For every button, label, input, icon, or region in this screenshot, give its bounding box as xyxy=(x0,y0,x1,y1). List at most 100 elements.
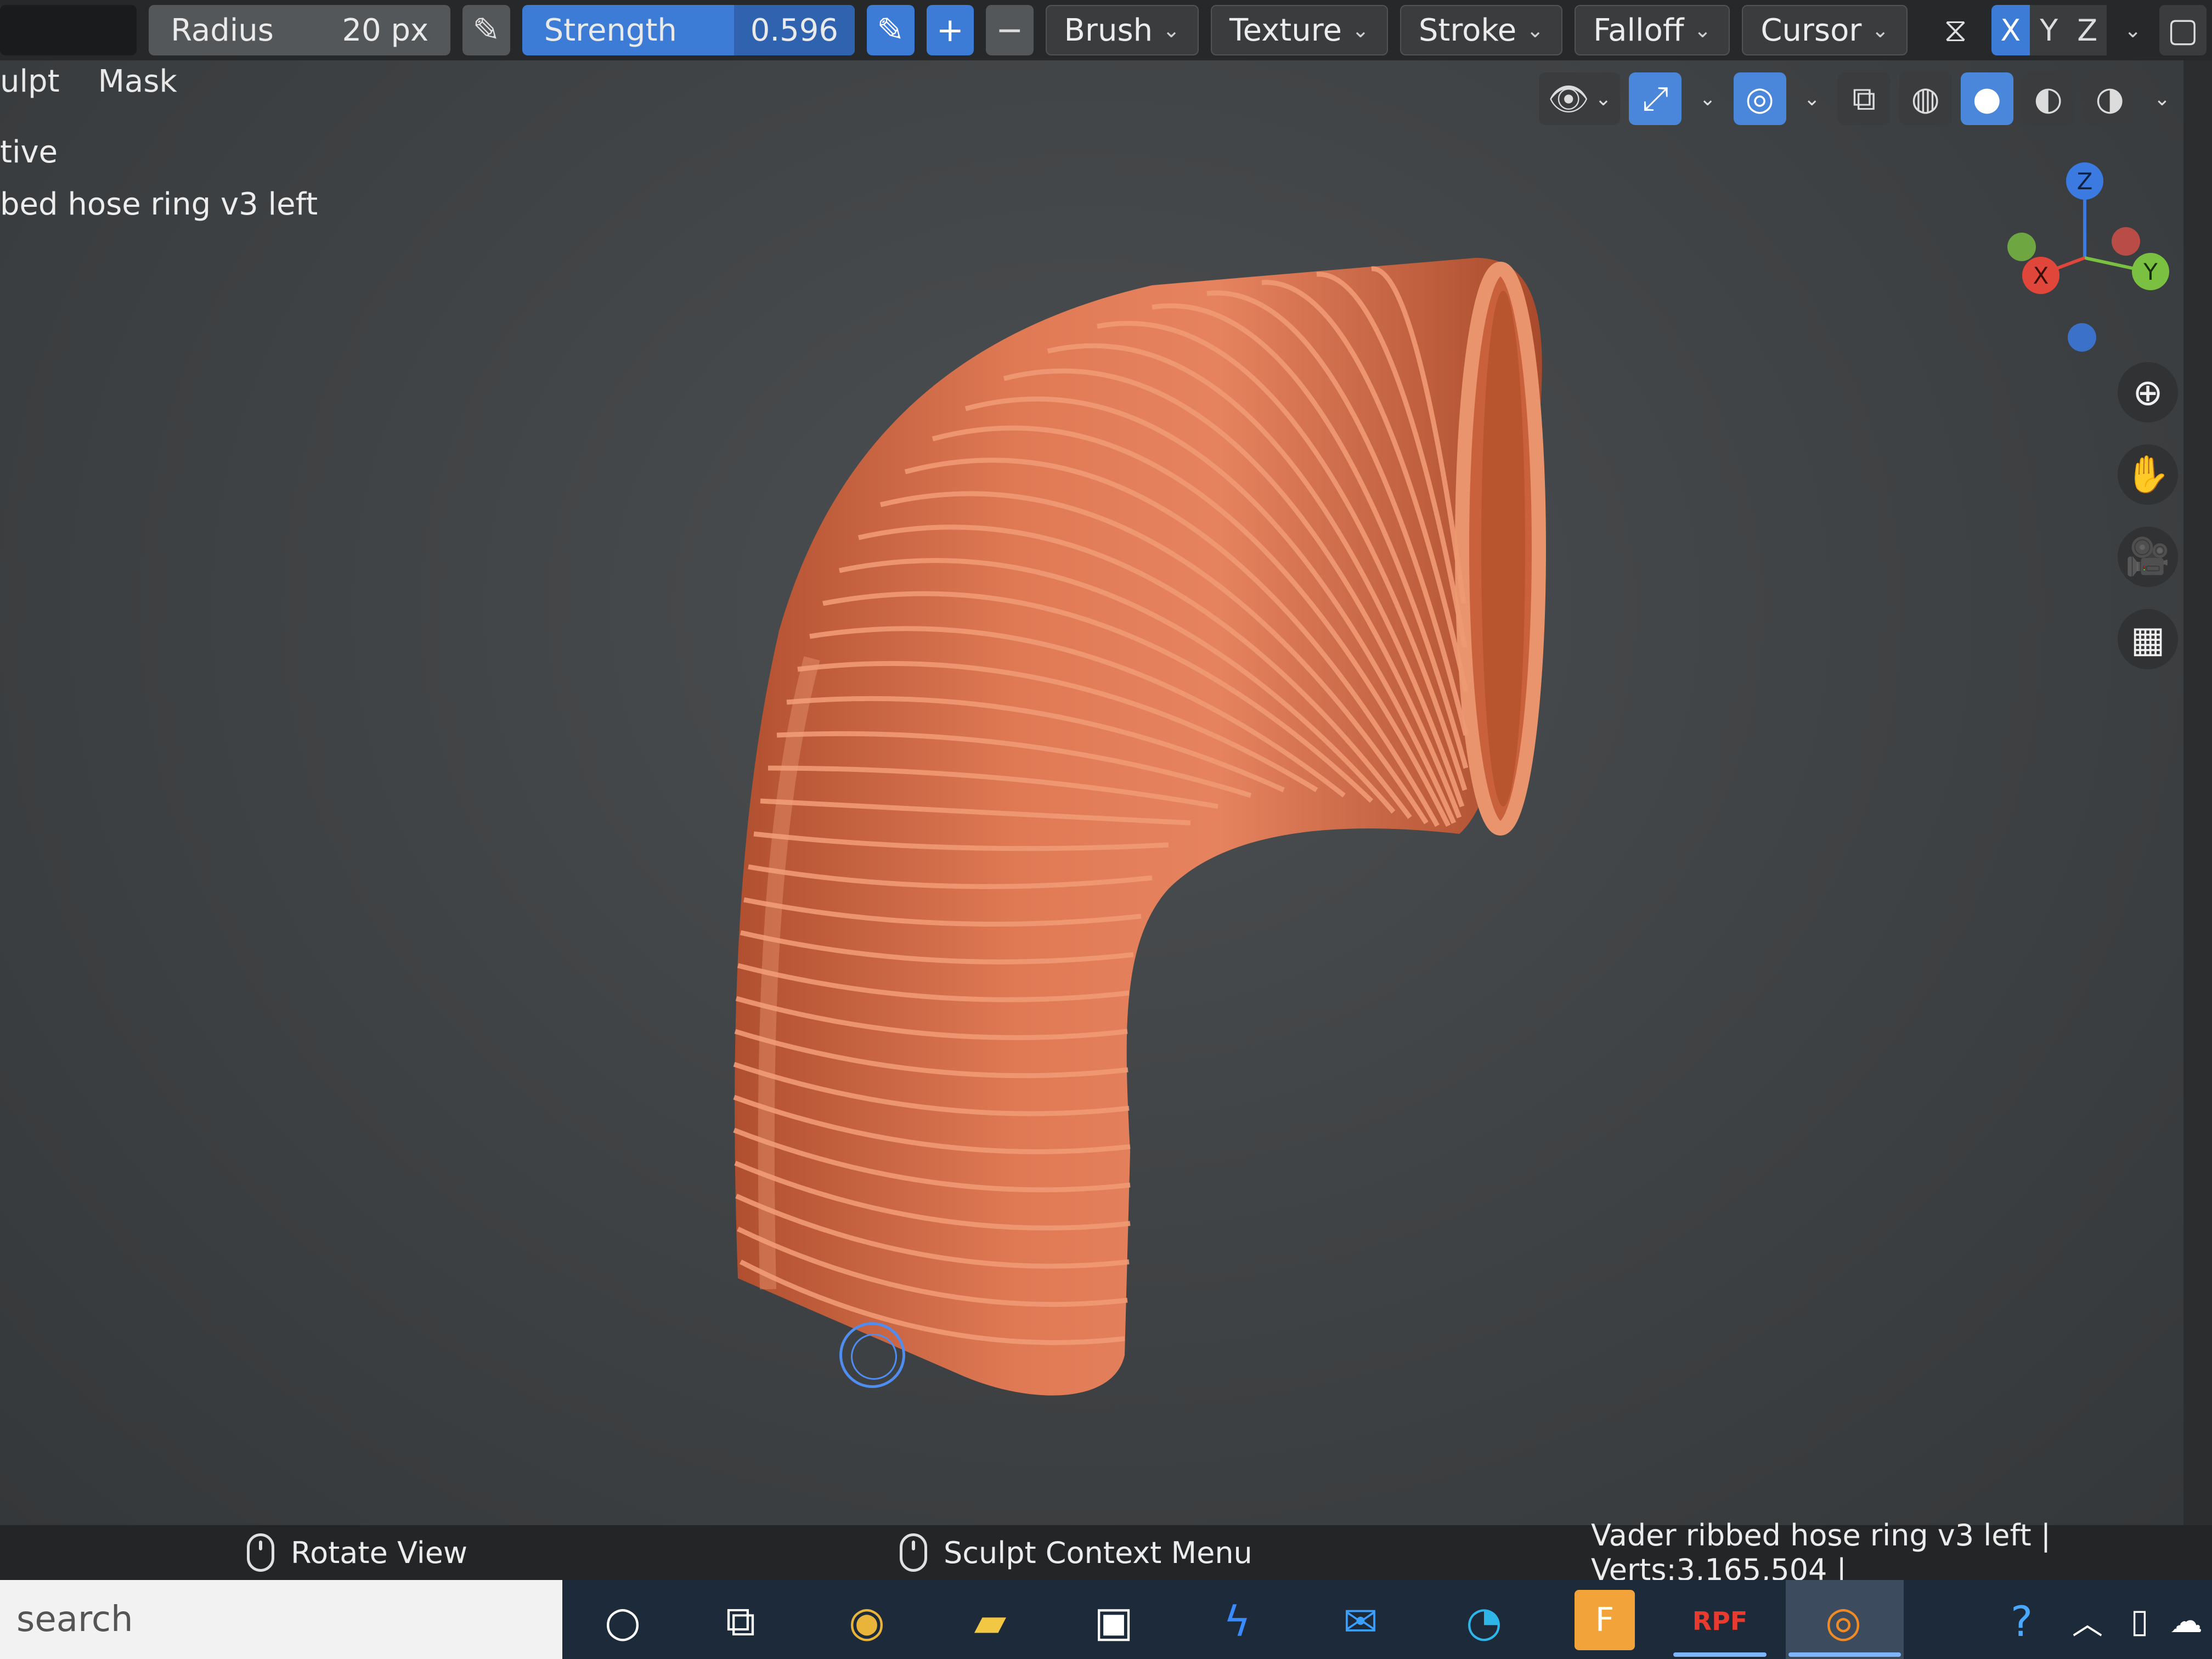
mirror-z-toggle[interactable]: Z xyxy=(2068,5,2107,55)
gizmo-neg-x xyxy=(2112,227,2140,256)
falloff-dropdown-label: Falloff xyxy=(1593,12,1684,48)
device-icon[interactable]: ▯ xyxy=(2109,1591,2170,1651)
view-mode-text: tive xyxy=(0,134,58,170)
overlay-toggle[interactable]: ◎ xyxy=(1733,72,1786,125)
task-view-icon[interactable]: ⧉ xyxy=(710,1591,771,1651)
mail-icon[interactable]: ✉ xyxy=(1330,1591,1391,1651)
mode-selector[interactable] xyxy=(0,5,137,55)
chevron-down-icon: ⌄ xyxy=(2153,87,2170,110)
radius-field[interactable]: Radius 20 px xyxy=(149,5,451,55)
rpf-app-label: RPF xyxy=(1692,1606,1748,1636)
fusion-app-label: F xyxy=(1595,1601,1615,1639)
search-placeholder: search xyxy=(16,1599,133,1640)
radius-label: Radius xyxy=(171,12,274,48)
taskbar-search-box[interactable]: search xyxy=(0,1580,562,1659)
shading-options-dropdown[interactable]: ⌄ xyxy=(2145,72,2179,125)
cloud-icon[interactable]: ☁ xyxy=(2162,1591,2211,1651)
chevron-down-icon: ⌄ xyxy=(1595,87,1612,110)
maximize-area-icon[interactable]: ▢ xyxy=(2159,5,2207,55)
viewport-tools: 👁 ⌄ ⤢ ⌄ ◎ ⌄ ⧉ ◍ ● ◐ ◑ ⌄ xyxy=(1539,71,2179,126)
strength-value: 0.596 xyxy=(733,5,855,55)
tool-header: Radius 20 px ✎ Strength 0.596 ✎ + − Brus… xyxy=(0,0,2212,60)
chevron-down-icon: ⌄ xyxy=(1803,87,1820,110)
scene-info-text: Vader ribbed hose ring v3 left | Verts:3… xyxy=(1591,1518,2051,1587)
edge-icon[interactable]: ◔ xyxy=(1454,1591,1514,1651)
gizmo-toggle[interactable]: ⤢ xyxy=(1629,72,1682,125)
rotate-view-hint: Rotate View xyxy=(291,1535,468,1570)
gizmo-y-label: Y xyxy=(2143,258,2158,285)
sculpt-mesh-hose[interactable] xyxy=(0,0,2183,1525)
menu-mask[interactable]: Mask xyxy=(98,64,177,99)
subtract-direction-button[interactable]: − xyxy=(986,5,1034,55)
active-object-name: bed hose ring v3 left xyxy=(0,187,318,222)
chevron-down-icon: ⌄ xyxy=(1871,18,1889,42)
zoom-icon[interactable]: ⊕ xyxy=(2118,362,2178,422)
strength-field[interactable]: Strength 0.596 xyxy=(522,5,855,55)
cursor-dropdown-label: Cursor xyxy=(1760,12,1862,48)
camera-icon[interactable]: 🎥 xyxy=(2118,527,2178,587)
rpf-app-icon[interactable]: RPF xyxy=(1690,1591,1750,1651)
material-shading-button[interactable]: ◐ xyxy=(2022,72,2075,125)
radius-value: 20 px xyxy=(342,12,429,48)
status-bar: Rotate View Sculpt Context Menu Vader ri… xyxy=(0,1518,2212,1587)
strength-pressure-icon[interactable]: ✎ xyxy=(867,5,915,55)
fusion-app-icon[interactable]: F xyxy=(1575,1590,1635,1650)
chevron-down-icon: ⌄ xyxy=(1699,87,1716,110)
navigation-gizmo[interactable]: Z Y X xyxy=(1997,159,2172,357)
scene-statistics: Vader ribbed hose ring v3 left | Verts:3… xyxy=(1591,1518,2212,1587)
solid-shading-button[interactable]: ● xyxy=(1960,72,2013,125)
brush-dropdown-label: Brush xyxy=(1064,12,1153,48)
blender-active-indicator xyxy=(1788,1652,1901,1657)
3d-viewport[interactable] xyxy=(0,0,2183,1525)
hand-pan-icon[interactable]: ✋ xyxy=(2118,444,2178,505)
mirror-x-toggle[interactable]: X xyxy=(1991,5,2030,55)
grid-perspective-icon[interactable]: ▦ xyxy=(2118,609,2178,669)
chrome-icon[interactable]: ◉ xyxy=(837,1591,897,1651)
gizmo-z-label: Z xyxy=(2077,168,2093,195)
status-hint-left: Rotate View xyxy=(247,1533,467,1572)
bolt-app-icon[interactable]: ϟ xyxy=(1207,1591,1267,1651)
gizmo-neg-y xyxy=(2007,233,2036,261)
chevron-down-icon: ⌄ xyxy=(1163,18,1180,42)
mirror-y-toggle[interactable]: Y xyxy=(2029,5,2068,55)
material-sphere-icon: ◐ xyxy=(2034,80,2063,118)
symmetry-axes: X Y Z xyxy=(1991,5,2107,55)
file-explorer-icon[interactable]: ▰ xyxy=(960,1591,1020,1651)
radius-pressure-icon[interactable]: ✎ xyxy=(462,5,510,55)
eye-icon: 👁 xyxy=(1548,80,1590,119)
cortana-icon[interactable]: ○ xyxy=(592,1591,653,1651)
mouse-icon xyxy=(900,1533,927,1572)
help-icon[interactable]: ? xyxy=(1991,1591,2052,1651)
wireframe-sphere-icon: ◍ xyxy=(1911,80,1940,118)
windows-taskbar: search ○ ⧉ ◉ ▰ ▣ ϟ ✉ ◔ F RPF ◎ ? ︿ ▯ ☁ xyxy=(0,1580,2212,1659)
chevron-down-icon: ⌄ xyxy=(1526,18,1544,42)
hose-body xyxy=(735,258,1542,1396)
visibility-dropdown[interactable]: 👁 ⌄ xyxy=(1539,72,1621,125)
gizmo-options-dropdown[interactable]: ⌄ xyxy=(1690,72,1724,125)
add-direction-button[interactable]: + xyxy=(926,5,974,55)
stroke-dropdown-label: Stroke xyxy=(1418,12,1517,48)
chevron-up-icon[interactable]: ︿ xyxy=(2057,1591,2118,1651)
brush-dropdown[interactable]: Brush ⌄ xyxy=(1045,5,1199,55)
wireframe-shading-button[interactable]: ◍ xyxy=(1899,72,1952,125)
blender-icon[interactable]: ◎ xyxy=(1813,1591,1874,1651)
texture-dropdown[interactable]: Texture ⌄ xyxy=(1210,5,1388,55)
chevron-down-icon: ⌄ xyxy=(1694,18,1712,42)
cursor-dropdown[interactable]: Cursor ⌄ xyxy=(1742,5,1908,55)
rendered-shading-button[interactable]: ◑ xyxy=(2083,72,2136,125)
strength-label: Strength xyxy=(544,12,677,48)
chevron-down-icon: ⌄ xyxy=(1351,18,1369,42)
gizmo-x-label: X xyxy=(2033,262,2049,289)
menu-sculpt[interactable]: ulpt xyxy=(0,64,60,99)
overlay-options-dropdown[interactable]: ⌄ xyxy=(1795,72,1829,125)
falloff-dropdown[interactable]: Falloff ⌄ xyxy=(1575,5,1730,55)
symmetry-icon[interactable]: ⧖ xyxy=(1932,5,1979,55)
symmetry-options-dropdown[interactable]: ⌄ xyxy=(2119,5,2147,55)
solid-sphere-icon: ● xyxy=(1972,80,2001,118)
overlay-icon: ◎ xyxy=(1745,80,1774,118)
xray-toggle[interactable]: ⧉ xyxy=(1837,72,1891,125)
texture-dropdown-label: Texture xyxy=(1229,12,1342,48)
stroke-dropdown[interactable]: Stroke ⌄ xyxy=(1400,5,1563,55)
store-icon[interactable]: ▣ xyxy=(1084,1591,1144,1651)
chevron-down-icon: ⌄ xyxy=(2124,18,2142,42)
